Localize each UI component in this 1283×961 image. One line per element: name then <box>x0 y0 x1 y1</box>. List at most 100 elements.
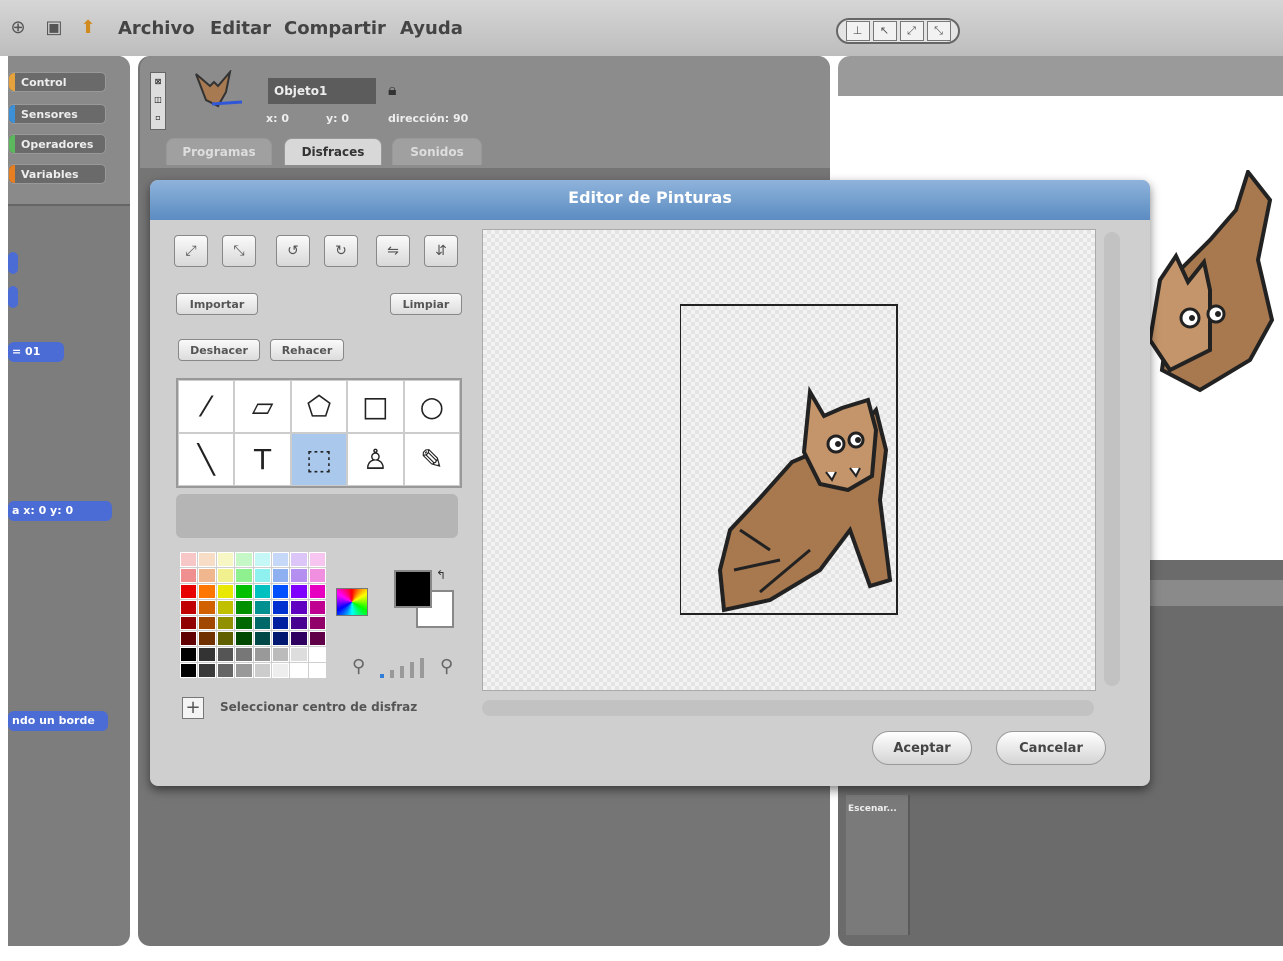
rotate-left-icon[interactable]: ↺ <box>276 235 310 267</box>
zoom-level-bars[interactable] <box>378 656 430 680</box>
menu-ayuda[interactable]: Ayuda <box>400 18 463 39</box>
color-swatch[interactable] <box>180 552 198 567</box>
color-swatch[interactable] <box>253 663 271 678</box>
color-swatch[interactable] <box>290 615 308 631</box>
sprite-name-field[interactable]: Objeto1 <box>268 78 376 104</box>
color-swatch[interactable] <box>235 583 253 599</box>
color-swatch[interactable] <box>308 552 326 567</box>
category-sensores[interactable]: Sensores <box>8 104 106 124</box>
stamp-tool-icon[interactable]: ⊥ <box>845 21 870 41</box>
undo-button[interactable]: Deshacer <box>178 339 260 361</box>
color-swatch[interactable] <box>308 615 326 631</box>
import-button[interactable]: Importar <box>176 293 258 315</box>
color-swatch[interactable] <box>308 663 326 678</box>
tab-sonidos[interactable]: Sonidos <box>392 138 482 165</box>
color-swatch[interactable] <box>271 647 290 663</box>
save-disk-icon[interactable]: ▣ <box>44 18 64 38</box>
color-swatch[interactable] <box>235 567 253 583</box>
category-variables[interactable]: Variables <box>8 164 106 184</box>
color-swatch[interactable] <box>290 663 308 678</box>
color-swatch[interactable] <box>180 615 198 631</box>
color-swatch[interactable] <box>271 583 290 599</box>
color-swatch[interactable] <box>198 647 216 663</box>
color-swatch[interactable] <box>290 583 308 599</box>
grow-tool-icon[interactable]: ↖ <box>872 21 897 41</box>
menu-compartir[interactable]: Compartir <box>284 18 386 39</box>
stage-bat-sprite[interactable] <box>1140 170 1280 400</box>
color-swatch[interactable] <box>198 615 216 631</box>
menu-archivo[interactable]: Archivo <box>118 18 195 39</box>
swap-colors-icon[interactable]: ↰ <box>436 568 446 582</box>
ok-button[interactable]: Aceptar <box>872 731 972 765</box>
color-swatch[interactable] <box>180 567 198 583</box>
color-swatch[interactable] <box>235 663 253 678</box>
color-swatch[interactable] <box>216 647 235 663</box>
color-swatch[interactable] <box>308 631 326 647</box>
menu-editar[interactable]: Editar <box>210 18 271 39</box>
color-swatch[interactable] <box>180 663 198 678</box>
color-swatch[interactable] <box>198 663 216 678</box>
color-swatch[interactable] <box>216 631 235 647</box>
color-swatch[interactable] <box>235 647 253 663</box>
color-swatch[interactable] <box>253 615 271 631</box>
color-swatch[interactable] <box>271 615 290 631</box>
color-swatch[interactable] <box>216 663 235 678</box>
rectangle-icon[interactable]: □ <box>347 380 404 433</box>
color-swatch[interactable] <box>290 552 308 567</box>
palette-block[interactable]: ndo un borde <box>8 711 108 731</box>
color-swatch[interactable] <box>180 647 198 663</box>
color-swatch[interactable] <box>216 567 235 583</box>
language-globe-icon[interactable]: ⊕ <box>8 18 28 38</box>
color-swatch[interactable] <box>198 567 216 583</box>
select-icon[interactable]: ⬚ <box>290 433 348 486</box>
category-operadores[interactable]: Operadores <box>8 134 106 154</box>
color-swatch[interactable] <box>290 631 308 647</box>
stage-thumbnail[interactable] <box>846 795 910 935</box>
zoom-out-icon[interactable]: ⚲ <box>352 656 365 677</box>
ellipse-icon[interactable]: ○ <box>403 380 460 433</box>
zoom-in-icon[interactable]: ⚲ <box>440 656 453 677</box>
color-swatch[interactable] <box>253 583 271 599</box>
paintbrush-icon[interactable]: ⁄ <box>178 380 235 433</box>
shrink-tool-icon[interactable]: ⤡ <box>926 21 951 41</box>
color-swatch[interactable] <box>235 615 253 631</box>
category-control[interactable]: Control <box>8 72 106 92</box>
flip-vertical-icon[interactable]: ⇵ <box>424 235 458 267</box>
color-swatch[interactable] <box>180 599 198 615</box>
color-swatch[interactable] <box>198 552 216 567</box>
color-swatch[interactable] <box>216 615 235 631</box>
palette-block[interactable] <box>8 286 18 308</box>
color-swatch[interactable] <box>235 552 253 567</box>
color-swatch[interactable] <box>290 599 308 615</box>
rotation-style-buttons[interactable]: ⊠ ◫ ▫ <box>150 72 166 130</box>
eraser-icon[interactable]: ▱ <box>234 380 291 433</box>
cancel-button[interactable]: Cancelar <box>996 731 1106 765</box>
text-icon[interactable]: T <box>234 433 291 486</box>
rotate-right-icon[interactable]: ↻ <box>324 235 358 267</box>
lock-icon[interactable]: 🔒︎ <box>388 80 397 100</box>
color-swatch[interactable] <box>198 631 216 647</box>
tab-disfraces[interactable]: Disfraces <box>284 138 382 165</box>
color-swatch[interactable] <box>253 647 271 663</box>
color-swatch[interactable] <box>271 567 290 583</box>
palette-block[interactable]: = 01 <box>8 342 64 362</box>
color-picker-icon[interactable] <box>336 588 368 616</box>
color-swatch[interactable] <box>290 647 308 663</box>
color-swatch[interactable] <box>308 583 326 599</box>
palette-block[interactable]: a x: 0 y: 0 <box>8 501 112 521</box>
share-project-icon[interactable]: ⬆ <box>78 18 98 38</box>
color-swatch[interactable] <box>253 599 271 615</box>
expand-tool-icon[interactable]: ⤢ <box>899 21 924 41</box>
color-swatch[interactable] <box>216 552 235 567</box>
tab-programas[interactable]: Programas <box>166 138 272 165</box>
color-swatch[interactable] <box>198 583 216 599</box>
set-center-label[interactable]: Seleccionar centro de disfraz <box>220 700 417 714</box>
color-swatch[interactable] <box>271 552 290 567</box>
stamp-icon[interactable]: ♙ <box>347 433 404 486</box>
flip-horizontal-icon[interactable]: ⇋ <box>376 235 410 267</box>
color-swatch[interactable] <box>271 631 290 647</box>
color-swatch[interactable] <box>253 552 271 567</box>
grow-icon[interactable]: ⤢ <box>174 235 208 267</box>
color-swatch[interactable] <box>290 567 308 583</box>
color-swatch[interactable] <box>271 599 290 615</box>
